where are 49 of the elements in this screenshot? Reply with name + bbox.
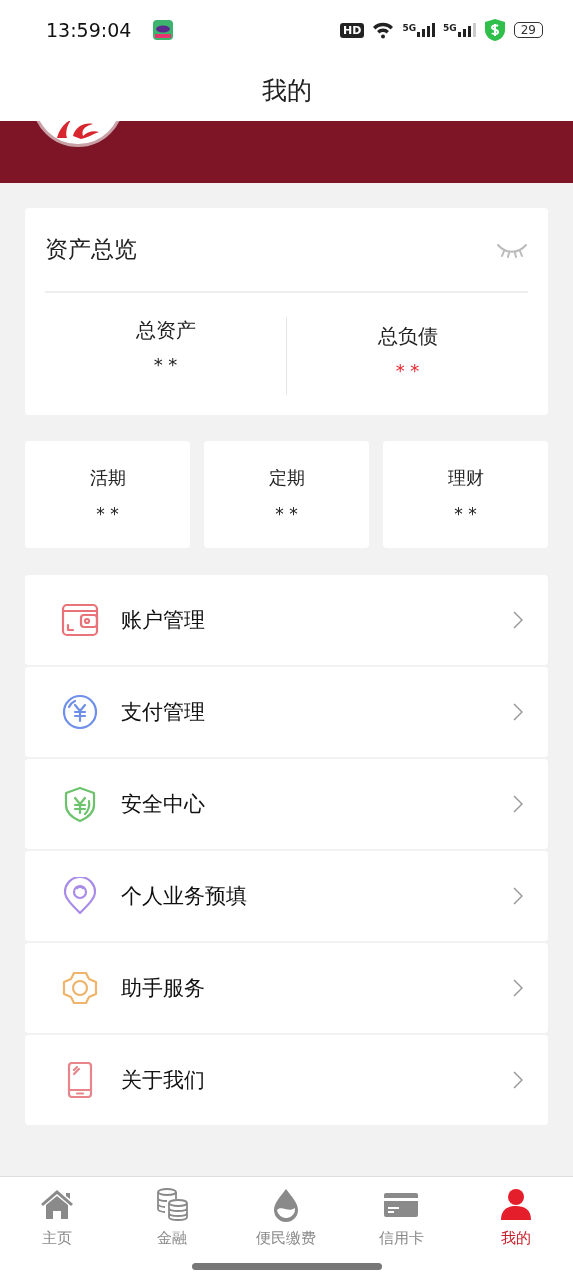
- tab[interactable]: 我的: [458, 1187, 573, 1280]
- tab[interactable]: 便民缴费: [229, 1187, 344, 1280]
- total-value: * *: [153, 354, 178, 375]
- battery-level: 29: [513, 22, 543, 38]
- account-value: * *: [454, 503, 477, 524]
- app-icon: [153, 20, 174, 40]
- account-value: * *: [96, 503, 119, 524]
- tab[interactable]: 主页: [0, 1187, 115, 1280]
- menu-label: 助手服务: [121, 975, 206, 1002]
- account-card[interactable]: 活期 * *: [25, 441, 190, 548]
- tab[interactable]: 信用卡: [343, 1187, 459, 1280]
- account-card[interactable]: 理财 * *: [383, 441, 548, 548]
- account-label: 定期: [268, 465, 305, 490]
- chevron-right-icon: [513, 1071, 523, 1089]
- menu-item[interactable]: 账户管理: [25, 575, 548, 665]
- chevron-right-icon: [513, 979, 523, 997]
- menu-item[interactable]: 关于我们: [25, 1035, 548, 1125]
- network-label: 5G: [402, 23, 417, 33]
- account-label: 理财: [447, 465, 484, 490]
- menu-item[interactable]: 支付管理: [25, 667, 548, 757]
- menu-label: 个人业务预填: [121, 883, 248, 910]
- signal-icon: [457, 23, 476, 37]
- chevron-right-icon: [513, 795, 523, 813]
- network-label: 5G: [443, 23, 457, 33]
- signal-icon: [417, 23, 436, 37]
- chevron-right-icon: [513, 611, 523, 629]
- total-value: * *: [395, 360, 420, 381]
- total-label: 总资产: [135, 317, 196, 344]
- menu-label: 支付管理: [121, 699, 206, 726]
- menu-item[interactable]: 助手服务: [25, 943, 548, 1033]
- page-title: 我的: [261, 75, 312, 107]
- total-label: 总负债: [377, 323, 438, 350]
- menu-item[interactable]: 安全中心: [25, 759, 548, 849]
- menu-label: 关于我们: [121, 1067, 206, 1094]
- network-badge: HD: [340, 22, 365, 38]
- account-label: 活期: [89, 465, 126, 490]
- account-card[interactable]: 定期 * *: [204, 441, 369, 548]
- shield-icon: [483, 18, 506, 42]
- card-title: 资产总览: [45, 235, 137, 264]
- chevron-right-icon: [513, 703, 523, 721]
- tab[interactable]: 金融: [114, 1187, 230, 1280]
- eye-closed-icon: [496, 241, 528, 258]
- clock-time: 13:59:04: [46, 19, 132, 41]
- wifi-icon: [372, 21, 395, 39]
- account-value: * *: [275, 503, 298, 524]
- menu-item[interactable]: 个人业务预填: [25, 851, 548, 941]
- chevron-right-icon: [513, 887, 523, 905]
- menu-label: 账户管理: [121, 607, 206, 634]
- menu-label: 安全中心: [121, 791, 206, 818]
